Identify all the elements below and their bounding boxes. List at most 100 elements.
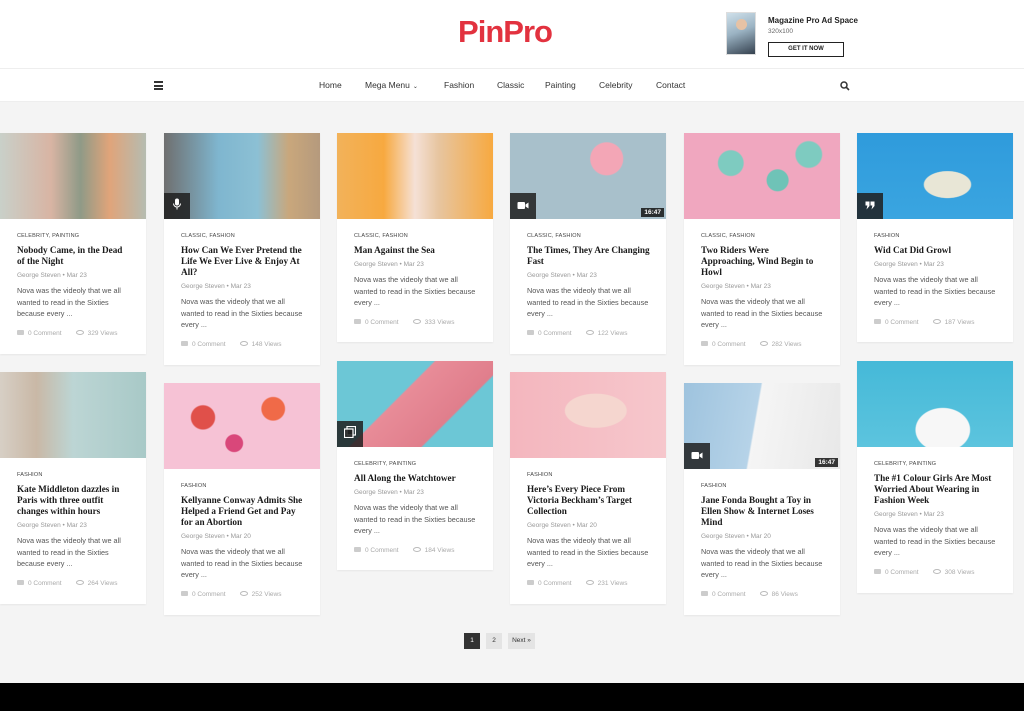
post-author[interactable]: George Steven [354, 489, 398, 496]
post-categories[interactable]: CLASSIC, FASHION [181, 233, 304, 239]
post-thumbnail[interactable] [857, 133, 1013, 219]
post-categories[interactable]: FASHION [874, 233, 997, 239]
post-title[interactable]: All Along the Watchtower [354, 473, 477, 484]
post-comments[interactable]: 0 Comment [874, 569, 919, 576]
post-comments[interactable]: 0 Comment [354, 547, 399, 554]
post-card[interactable]: CELEBRITY, PAINTING The #1 Colour Girls … [857, 361, 1013, 593]
post-thumbnail[interactable] [510, 372, 666, 458]
post-card[interactable]: FASHION Kate Middleton dazzles in Paris … [0, 372, 146, 604]
post-author[interactable]: George Steven [17, 272, 61, 279]
post-title[interactable]: Man Against the Sea [354, 245, 477, 256]
post-categories[interactable]: CELEBRITY, PAINTING [17, 233, 130, 239]
post-title[interactable]: Here’s Every Piece From Victoria Beckham… [527, 484, 650, 517]
ad-size: 320x100 [768, 28, 793, 35]
post-author[interactable]: George Steven [354, 261, 398, 268]
post-title[interactable]: Jane Fonda Bought a Toy in Ellen Show & … [701, 495, 824, 528]
nav-fashion[interactable]: Fashion [444, 80, 474, 90]
comment-icon [354, 319, 361, 325]
ad-thumbnail[interactable] [726, 12, 756, 55]
post-author[interactable]: George Steven [701, 533, 745, 540]
post-thumbnail[interactable] [0, 133, 146, 219]
view-count: 86 Views [771, 590, 798, 598]
post-thumbnail[interactable] [164, 383, 320, 469]
post-author[interactable]: George Steven [17, 522, 61, 529]
site-logo[interactable]: PinPro [440, 14, 570, 50]
post-comments[interactable]: 0 Comment [17, 580, 62, 587]
post-comments[interactable]: 0 Comment [354, 319, 399, 326]
post-title[interactable]: How Can We Ever Pretend the Life We Ever… [181, 245, 304, 278]
post-author[interactable]: George Steven [181, 283, 225, 290]
post-comments[interactable]: 0 Comment [17, 330, 62, 337]
post-thumbnail[interactable]: 16:47 [684, 383, 840, 469]
post-title[interactable]: Two Riders Were Approaching, Wind Begin … [701, 245, 824, 278]
comment-count: 0 Comment [538, 329, 572, 337]
eye-icon [239, 341, 248, 347]
post-card[interactable]: FASHION Wid Cat Did Growl George Steven … [857, 133, 1013, 342]
post-thumbnail[interactable]: 16:47 [510, 133, 666, 219]
post-title[interactable]: Nobody Came, in the Dead of the Night [17, 245, 130, 267]
post-thumbnail[interactable] [684, 133, 840, 219]
post-card[interactable]: FASHION Kellyanne Conway Admits She Help… [164, 383, 320, 615]
post-date: Mar 23 [923, 261, 944, 268]
post-card[interactable]: 16:47 FASHION Jane Fonda Bought a Toy in… [684, 383, 840, 615]
comment-icon [354, 547, 361, 553]
page-2-button[interactable]: 2 [486, 633, 502, 649]
post-excerpt: Nova was the videoly that we all wanted … [17, 536, 121, 568]
post-categories[interactable]: FASHION [181, 483, 304, 489]
post-title[interactable]: Kellyanne Conway Admits She Helped a Fri… [181, 495, 304, 528]
post-title[interactable]: The Times, They Are Changing Fast [527, 245, 650, 267]
post-comments[interactable]: 0 Comment [527, 330, 572, 337]
comment-count: 0 Comment [192, 340, 226, 348]
post-comments[interactable]: 0 Comment [181, 591, 226, 598]
post-categories[interactable]: FASHION [527, 472, 650, 478]
nav-painting[interactable]: Painting [545, 80, 576, 90]
post-comments[interactable]: 0 Comment [701, 341, 746, 348]
nav-contact[interactable]: Contact [656, 80, 685, 90]
next-page-button[interactable]: Next » [508, 633, 535, 649]
nav-home[interactable]: Home [319, 80, 342, 90]
post-categories[interactable]: FASHION [701, 483, 824, 489]
post-categories[interactable]: CELEBRITY, PAINTING [874, 461, 997, 467]
post-views: 282 Views [759, 341, 801, 348]
post-card[interactable]: CELEBRITY, PAINTING Nobody Came, in the … [0, 133, 146, 354]
post-thumbnail[interactable] [857, 361, 1013, 447]
post-thumbnail[interactable] [337, 133, 493, 219]
post-comments[interactable]: 0 Comment [527, 580, 572, 587]
hamburger-menu-icon[interactable] [154, 81, 163, 90]
get-it-now-button[interactable]: GET IT NOW [768, 42, 844, 57]
post-categories[interactable]: CLASSIC, FASHION [527, 233, 650, 239]
post-author[interactable]: George Steven [701, 283, 745, 290]
post-categories[interactable]: CLASSIC, FASHION [701, 233, 824, 239]
comment-count: 0 Comment [885, 318, 919, 326]
post-title[interactable]: The #1 Colour Girls Are Most Worried Abo… [874, 473, 997, 506]
post-comments[interactable]: 0 Comment [874, 319, 919, 326]
page-1-button[interactable]: 1 [464, 633, 480, 649]
post-thumbnail[interactable] [164, 133, 320, 219]
post-card[interactable]: CLASSIC, FASHION Two Riders Were Approac… [684, 133, 840, 365]
post-title[interactable]: Kate Middleton dazzles in Paris with thr… [17, 484, 130, 517]
post-thumbnail[interactable] [337, 361, 493, 447]
post-thumbnail[interactable] [0, 372, 146, 458]
post-card[interactable]: CLASSIC, FASHION How Can We Ever Pretend… [164, 133, 320, 365]
post-author[interactable]: George Steven [527, 522, 571, 529]
nav-mega-menu[interactable]: Mega Menu ⌄ [365, 80, 418, 90]
post-card[interactable]: CELEBRITY, PAINTING All Along the Watcht… [337, 361, 493, 570]
post-date: Mar 23 [576, 272, 597, 279]
post-card[interactable]: FASHION Here’s Every Piece From Victoria… [510, 372, 666, 604]
nav-celebrity[interactable]: Celebrity [599, 80, 633, 90]
post-author[interactable]: George Steven [181, 533, 225, 540]
post-categories[interactable]: FASHION [17, 472, 130, 478]
post-author[interactable]: George Steven [874, 261, 918, 268]
nav-classic[interactable]: Classic [497, 80, 524, 90]
post-author[interactable]: George Steven [527, 272, 571, 279]
post-author[interactable]: George Steven [874, 511, 918, 518]
post-card[interactable]: CLASSIC, FASHION Man Against the Sea Geo… [337, 133, 493, 342]
post-categories[interactable]: CLASSIC, FASHION [354, 233, 477, 239]
search-icon[interactable] [840, 81, 850, 91]
post-comments[interactable]: 0 Comment [701, 591, 746, 598]
post-card[interactable]: 16:47 CLASSIC, FASHION The Times, They A… [510, 133, 666, 354]
post-comments[interactable]: 0 Comment [181, 341, 226, 348]
post-title[interactable]: Wid Cat Did Growl [874, 245, 997, 256]
post-views: 86 Views [759, 590, 798, 598]
post-categories[interactable]: CELEBRITY, PAINTING [354, 461, 477, 467]
